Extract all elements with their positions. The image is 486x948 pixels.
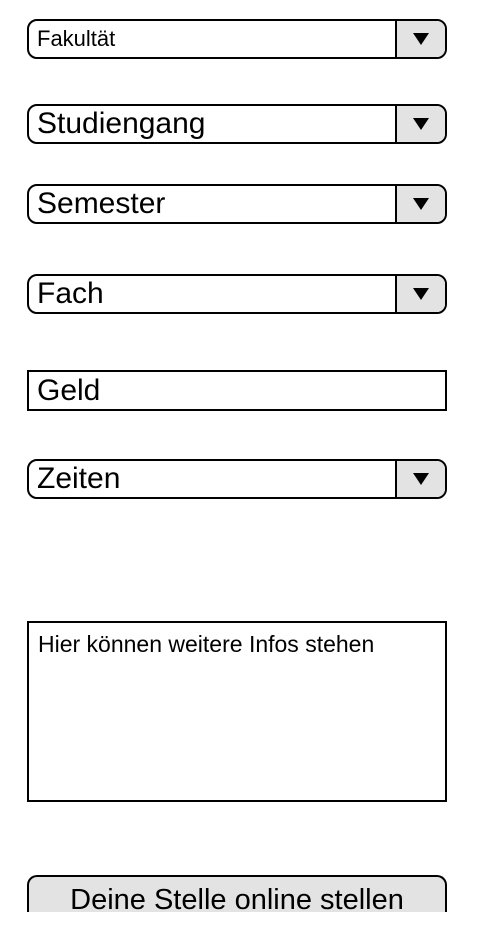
studiengang-select[interactable]: Studiengang — [27, 104, 447, 144]
zeiten-select[interactable]: Zeiten — [27, 459, 447, 499]
semester-select-value: Semester — [37, 187, 166, 220]
studiengang-select-value: Studiengang — [37, 107, 206, 140]
chevron-down-icon — [413, 118, 429, 130]
fakultaet-select-value: Fakultät — [37, 26, 116, 51]
chevron-down-icon — [413, 288, 429, 300]
infos-textarea[interactable]: Hier können weitere Infos stehen — [27, 621, 447, 802]
fakultaet-select[interactable]: Fakultät — [27, 19, 447, 59]
chevron-down-icon — [413, 33, 429, 45]
zeiten-dropdown-button[interactable] — [395, 461, 445, 497]
semester-select[interactable]: Semester — [27, 184, 447, 224]
fach-select-value: Fach — [37, 277, 104, 310]
zeiten-select-value: Zeiten — [37, 462, 121, 495]
page-bottom-edge — [0, 912, 486, 948]
job-posting-form: Fakultät Studiengang Semester Fach Geld … — [0, 0, 486, 948]
studiengang-dropdown-button[interactable] — [395, 106, 445, 142]
geld-input[interactable]: Geld — [27, 370, 447, 411]
fakultaet-dropdown-button[interactable] — [395, 21, 445, 57]
chevron-down-icon — [413, 473, 429, 485]
semester-dropdown-button[interactable] — [395, 186, 445, 222]
chevron-down-icon — [413, 198, 429, 210]
fach-select[interactable]: Fach — [27, 274, 447, 314]
fach-dropdown-button[interactable] — [395, 276, 445, 312]
